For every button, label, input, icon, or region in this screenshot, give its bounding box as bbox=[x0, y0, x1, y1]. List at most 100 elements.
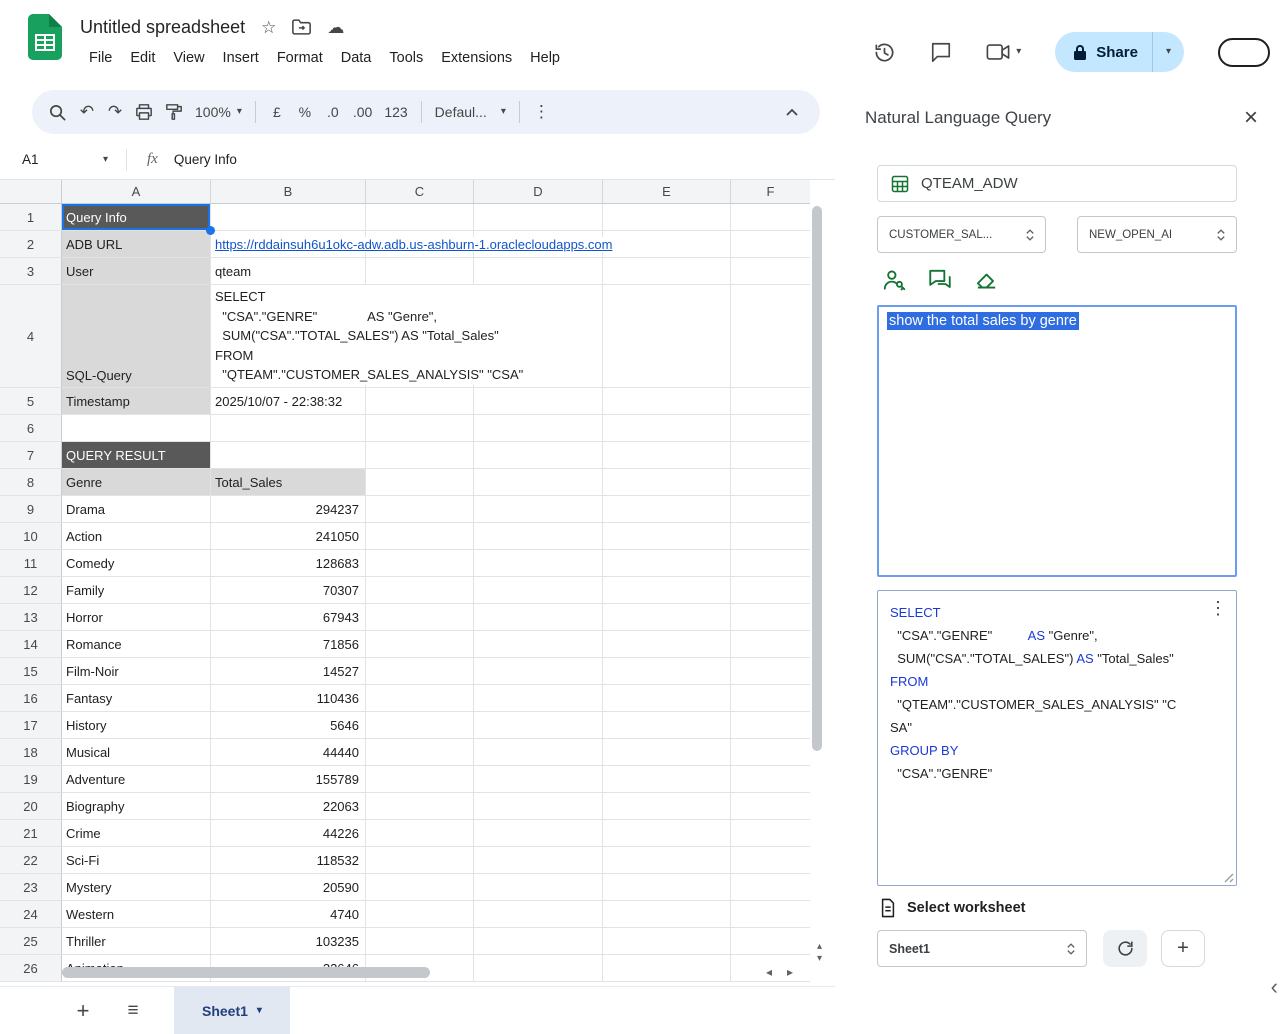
row-header-3[interactable]: 3 bbox=[0, 258, 62, 285]
cell-B13[interactable]: 67943 bbox=[211, 604, 366, 631]
menu-insert[interactable]: Insert bbox=[214, 46, 268, 70]
cell-A2[interactable]: ADB URL bbox=[62, 231, 211, 258]
cell-D10[interactable] bbox=[474, 523, 603, 550]
row-header-15[interactable]: 15 bbox=[0, 658, 62, 685]
version-history-icon[interactable] bbox=[873, 41, 896, 64]
cell-E21[interactable] bbox=[603, 820, 731, 847]
cell-B7[interactable] bbox=[211, 442, 366, 469]
cell-C14[interactable] bbox=[366, 631, 474, 658]
row-header-6[interactable]: 6 bbox=[0, 415, 62, 442]
row-header-22[interactable]: 22 bbox=[0, 847, 62, 874]
cell-F8[interactable] bbox=[731, 469, 810, 496]
scroll-left-icon[interactable]: ◂ bbox=[766, 965, 772, 979]
add-worksheet-button[interactable]: + bbox=[1161, 930, 1205, 967]
cell-E22[interactable] bbox=[603, 847, 731, 874]
cell-A5[interactable]: Timestamp bbox=[62, 388, 211, 415]
cell-D21[interactable] bbox=[474, 820, 603, 847]
cell-E16[interactable] bbox=[603, 685, 731, 712]
sql-more-icon[interactable]: ⋮ bbox=[1209, 599, 1227, 617]
row-header-2[interactable]: 2 bbox=[0, 231, 62, 258]
format-currency-button[interactable]: £ bbox=[263, 97, 291, 127]
format-percent-button[interactable]: % bbox=[291, 97, 319, 127]
cell-F3[interactable] bbox=[731, 258, 810, 285]
print-icon[interactable] bbox=[129, 97, 159, 127]
cell-D22[interactable] bbox=[474, 847, 603, 874]
cell-A14[interactable]: Romance bbox=[62, 631, 211, 658]
cell-C22[interactable] bbox=[366, 847, 474, 874]
resize-handle-icon[interactable] bbox=[1222, 871, 1234, 883]
cell-F22[interactable] bbox=[731, 847, 810, 874]
cell-D9[interactable] bbox=[474, 496, 603, 523]
cell-F5[interactable] bbox=[731, 388, 810, 415]
cell-F7[interactable] bbox=[731, 442, 810, 469]
cell-C1[interactable] bbox=[366, 204, 474, 231]
cell-E13[interactable] bbox=[603, 604, 731, 631]
cell-A23[interactable]: Mystery bbox=[62, 874, 211, 901]
cell-C21[interactable] bbox=[366, 820, 474, 847]
menu-tools[interactable]: Tools bbox=[380, 46, 432, 70]
cell-A25[interactable]: Thriller bbox=[62, 928, 211, 955]
row-header-7[interactable]: 7 bbox=[0, 442, 62, 469]
cell-E24[interactable] bbox=[603, 901, 731, 928]
cell-B22[interactable]: 118532 bbox=[211, 847, 366, 874]
cell-C17[interactable] bbox=[366, 712, 474, 739]
menu-help[interactable]: Help bbox=[521, 46, 569, 70]
cell-C25[interactable] bbox=[366, 928, 474, 955]
cell-C3[interactable] bbox=[366, 258, 474, 285]
row-header-18[interactable]: 18 bbox=[0, 739, 62, 766]
close-icon[interactable]: × bbox=[1244, 106, 1258, 130]
sql-preview[interactable]: ⋮ SELECT "CSA"."GENRE" AS "Genre", SUM("… bbox=[877, 590, 1237, 886]
cell-E5[interactable] bbox=[603, 388, 731, 415]
cell-B16[interactable]: 110436 bbox=[211, 685, 366, 712]
column-header-B[interactable]: B bbox=[211, 180, 366, 204]
cell-B23[interactable]: 20590 bbox=[211, 874, 366, 901]
menu-extensions[interactable]: Extensions bbox=[432, 46, 521, 70]
column-header-A[interactable]: A bbox=[62, 180, 211, 204]
connection-box[interactable]: QTEAM_ADW bbox=[877, 165, 1237, 202]
cell-C16[interactable] bbox=[366, 685, 474, 712]
cell-F14[interactable] bbox=[731, 631, 810, 658]
cell-B21[interactable]: 44226 bbox=[211, 820, 366, 847]
cell-A20[interactable]: Biography bbox=[62, 793, 211, 820]
document-title[interactable]: Untitled spreadsheet bbox=[80, 17, 245, 38]
cell-D11[interactable] bbox=[474, 550, 603, 577]
cell-E7[interactable] bbox=[603, 442, 731, 469]
row-header-11[interactable]: 11 bbox=[0, 550, 62, 577]
cloud-saved-icon[interactable]: ☁ bbox=[327, 19, 344, 36]
cell-A7[interactable]: QUERY RESULT bbox=[62, 442, 211, 469]
cell-D17[interactable] bbox=[474, 712, 603, 739]
cell-A22[interactable]: Sci-Fi bbox=[62, 847, 211, 874]
column-header-E[interactable]: E bbox=[603, 180, 731, 204]
sheet-tab-sheet1[interactable]: Sheet1 ▾ bbox=[174, 987, 290, 1034]
cell-F21[interactable] bbox=[731, 820, 810, 847]
sheets-logo-icon[interactable] bbox=[28, 14, 62, 60]
cell-A15[interactable]: Film-Noir bbox=[62, 658, 211, 685]
row-header-12[interactable]: 12 bbox=[0, 577, 62, 604]
row-header-8[interactable]: 8 bbox=[0, 469, 62, 496]
cell-E10[interactable] bbox=[603, 523, 731, 550]
cell-D7[interactable] bbox=[474, 442, 603, 469]
vertical-scrollbar-thumb[interactable] bbox=[812, 206, 822, 751]
comments-icon[interactable] bbox=[930, 41, 952, 63]
row-header-26[interactable]: 26 bbox=[0, 955, 62, 982]
cell-A24[interactable]: Western bbox=[62, 901, 211, 928]
refresh-button[interactable] bbox=[1103, 930, 1147, 967]
row-header-14[interactable]: 14 bbox=[0, 631, 62, 658]
cell-B17[interactable]: 5646 bbox=[211, 712, 366, 739]
meet-button[interactable]: ▾ bbox=[986, 42, 1021, 62]
cell-C13[interactable] bbox=[366, 604, 474, 631]
undo-icon[interactable]: ↶ bbox=[73, 97, 101, 127]
scroll-down-icon[interactable]: ▾ bbox=[817, 954, 822, 964]
cell-A8[interactable]: Genre bbox=[62, 469, 211, 496]
cell-D12[interactable] bbox=[474, 577, 603, 604]
eraser-icon[interactable] bbox=[973, 267, 999, 293]
cell-D1[interactable] bbox=[474, 204, 603, 231]
cell-F20[interactable] bbox=[731, 793, 810, 820]
all-sheets-menu-icon[interactable]: ≡ bbox=[116, 994, 150, 1028]
cell-E26[interactable] bbox=[603, 955, 731, 982]
chat-icon[interactable] bbox=[927, 267, 953, 293]
cell-B19[interactable]: 155789 bbox=[211, 766, 366, 793]
row-header-19[interactable]: 19 bbox=[0, 766, 62, 793]
toolbar-more-icon[interactable]: ⋮ bbox=[527, 97, 556, 127]
cell-F17[interactable] bbox=[731, 712, 810, 739]
